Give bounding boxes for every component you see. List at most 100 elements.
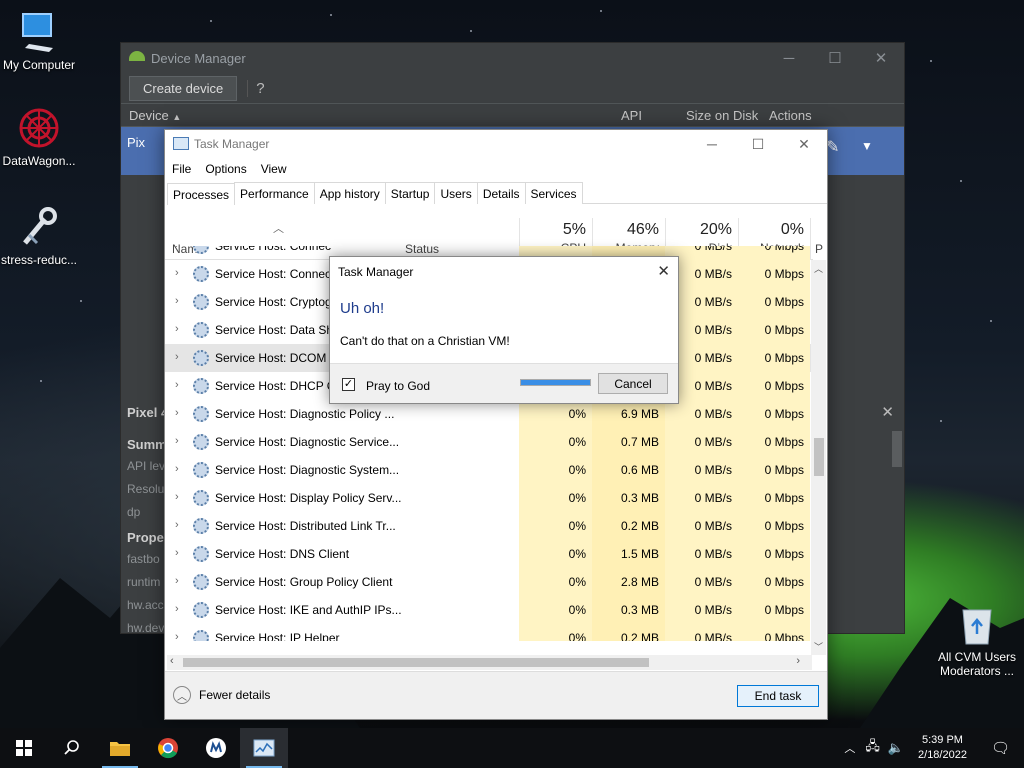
task-manager-footer: ︿ Fewer details End task [165, 671, 827, 719]
notification-icon[interactable]: 🗨 [977, 739, 1024, 757]
taskbar-task-manager[interactable] [240, 728, 288, 768]
taskbar-chrome[interactable] [144, 728, 192, 768]
desktop-icon-datawagon[interactable]: DataWagon... [0, 106, 81, 168]
minimize-icon[interactable]: ─ [689, 130, 735, 158]
column-api[interactable]: API [621, 108, 642, 123]
column-device[interactable]: Device ▲ [129, 108, 181, 123]
pray-to-god-checkbox[interactable]: ✓ [342, 378, 355, 391]
vertical-scrollbar[interactable]: ︿ ﹀ [811, 260, 826, 655]
column-actions[interactable]: Actions [769, 108, 812, 123]
tab-app-history[interactable]: App history [313, 182, 386, 204]
search-button[interactable] [48, 728, 96, 768]
close-icon[interactable]: ✕ [881, 403, 894, 421]
process-row[interactable]: › Service Host: IP Helper 0% 0.2 MB 0 MB/s 0 … [165, 624, 813, 641]
minimize-icon[interactable]: ─ [766, 43, 812, 73]
process-row[interactable]: › Service Host: Diagnostic Policy ... 0% 6.… [165, 400, 813, 428]
expand-chevron-icon[interactable]: › [175, 267, 179, 279]
scroll-right-icon[interactable]: › [796, 655, 800, 667]
detail-line: API lev [127, 459, 166, 473]
dialog-message: Can't do that on a Christian VM! [340, 334, 510, 348]
dropdown-arrow-icon[interactable]: ▼ [861, 139, 873, 153]
close-icon[interactable]: ✕ [781, 130, 827, 158]
expand-chevron-icon[interactable]: › [175, 519, 179, 531]
task-manager-window: Task Manager ─ ☐ ✕ File Options View Pro… [164, 129, 828, 720]
gear-icon [193, 490, 209, 506]
process-row[interactable]: › Service Host: Distributed Link Tr... 0% 0… [165, 512, 813, 540]
desktop-icon-stress-reducer[interactable]: stress-reduc... [0, 205, 81, 267]
edit-pencil-icon[interactable]: ✎ [826, 137, 839, 157]
scroll-up-icon[interactable]: ︿ [814, 262, 823, 275]
expand-chevron-icon[interactable]: › [175, 246, 179, 251]
expand-chevron-icon[interactable]: › [175, 379, 179, 391]
taskbar-file-explorer[interactable] [96, 728, 144, 768]
process-row[interactable]: › Service Host: Diagnostic System... 0% 0.6… [165, 456, 813, 484]
process-name: Service Host: Display Policy Serv... [215, 491, 402, 505]
expand-chevron-icon[interactable]: › [175, 575, 179, 587]
expand-chevron-icon[interactable]: › [175, 295, 179, 307]
process-row[interactable]: › Service Host: IKE and AuthIP IPs... 0% 0.… [165, 596, 813, 624]
tab-services[interactable]: Services [524, 182, 583, 204]
horizontal-scrollbar[interactable]: ‹ › [167, 655, 812, 670]
scrollbar-thumb[interactable] [892, 431, 902, 467]
device-manager-titlebar[interactable]: Device Manager ─ ☐ ✕ [121, 43, 904, 73]
expand-chevron-icon[interactable]: › [175, 603, 179, 615]
expand-chevron-icon[interactable]: › [175, 491, 179, 503]
chrome-icon [158, 738, 178, 759]
tab-details[interactable]: Details [476, 182, 526, 204]
process-memory: 0.3 MB [592, 596, 665, 624]
gear-icon [193, 294, 209, 310]
process-memory: 0.6 MB [592, 456, 665, 484]
expand-chevron-icon[interactable]: › [175, 435, 179, 447]
scroll-left-icon[interactable]: ‹ [170, 655, 174, 667]
close-icon[interactable]: ✕ [657, 262, 670, 280]
volume-icon[interactable]: 🔈 [884, 740, 908, 756]
network-icon[interactable]: 🖧 [861, 737, 884, 759]
create-device-button[interactable]: Create device [129, 75, 238, 101]
process-row[interactable]: › Service Host: Group Policy Client 0% 2.8 … [165, 568, 813, 596]
menu-view[interactable]: View [261, 162, 287, 176]
expand-chevron-icon[interactable]: › [175, 631, 179, 641]
detail-title: Pixel 4 [127, 405, 169, 420]
desktop-icon-my-computer[interactable]: My Computer [0, 10, 81, 72]
maximize-icon[interactable]: ☐ [735, 130, 781, 158]
taskbar-app[interactable] [192, 728, 240, 768]
process-name: Service Host: Diagnostic System... [215, 463, 400, 477]
fewer-details-link[interactable]: ︿ Fewer details [173, 686, 270, 704]
process-row[interactable]: › Service Host: DNS Client 0% 1.5 MB 0 MB/s 0… [165, 540, 813, 568]
expand-chevron-icon[interactable]: › [175, 323, 179, 335]
task-manager-titlebar[interactable]: Task Manager ─ ☐ ✕ [165, 130, 827, 158]
desktop-icon-recycle-bin[interactable]: All CVM Users Moderators ... [936, 602, 1018, 678]
scrollbar-thumb[interactable] [183, 658, 649, 667]
folder-icon [110, 742, 130, 756]
column-size-on-disk[interactable]: Size on Disk [686, 108, 758, 123]
tab-performance[interactable]: Performance [234, 182, 315, 204]
search-icon [64, 740, 79, 755]
maximize-icon[interactable]: ☐ [812, 43, 858, 73]
tab-processes[interactable]: Processes [167, 183, 236, 205]
close-icon[interactable]: ✕ [858, 43, 904, 73]
gear-icon [193, 518, 209, 534]
expand-chevron-icon[interactable]: › [175, 463, 179, 475]
recycle-bin-label: All CVM Users [937, 650, 1016, 664]
process-row[interactable]: › Service Host: Display Policy Serv... 0% 0… [165, 484, 813, 512]
process-cpu: 0% [519, 428, 592, 456]
help-icon[interactable]: ? [247, 79, 265, 97]
sort-caret-icon: ︿ [273, 223, 284, 235]
clock[interactable]: 5:39 PM 2/18/2022 [908, 733, 977, 763]
tab-users[interactable]: Users [434, 182, 478, 204]
chevron-up-icon[interactable]: ︿ [838, 740, 861, 756]
start-button[interactable] [0, 728, 48, 768]
process-network: 0 Mbps [738, 512, 810, 540]
desktop-icon-label: stress-reduc... [0, 253, 78, 267]
expand-chevron-icon[interactable]: › [175, 351, 179, 363]
process-row[interactable]: › Service Host: Diagnostic Service... 0% 0.… [165, 428, 813, 456]
expand-chevron-icon[interactable]: › [175, 407, 179, 419]
menu-options[interactable]: Options [205, 162, 246, 176]
scroll-down-icon[interactable]: ﹀ [814, 640, 823, 653]
expand-chevron-icon[interactable]: › [175, 547, 179, 559]
scrollbar-thumb[interactable] [814, 438, 824, 476]
end-task-button[interactable]: End task [737, 685, 819, 707]
tab-startup[interactable]: Startup [384, 182, 436, 204]
cancel-button[interactable]: Cancel [598, 373, 668, 394]
menu-file[interactable]: File [172, 162, 191, 176]
